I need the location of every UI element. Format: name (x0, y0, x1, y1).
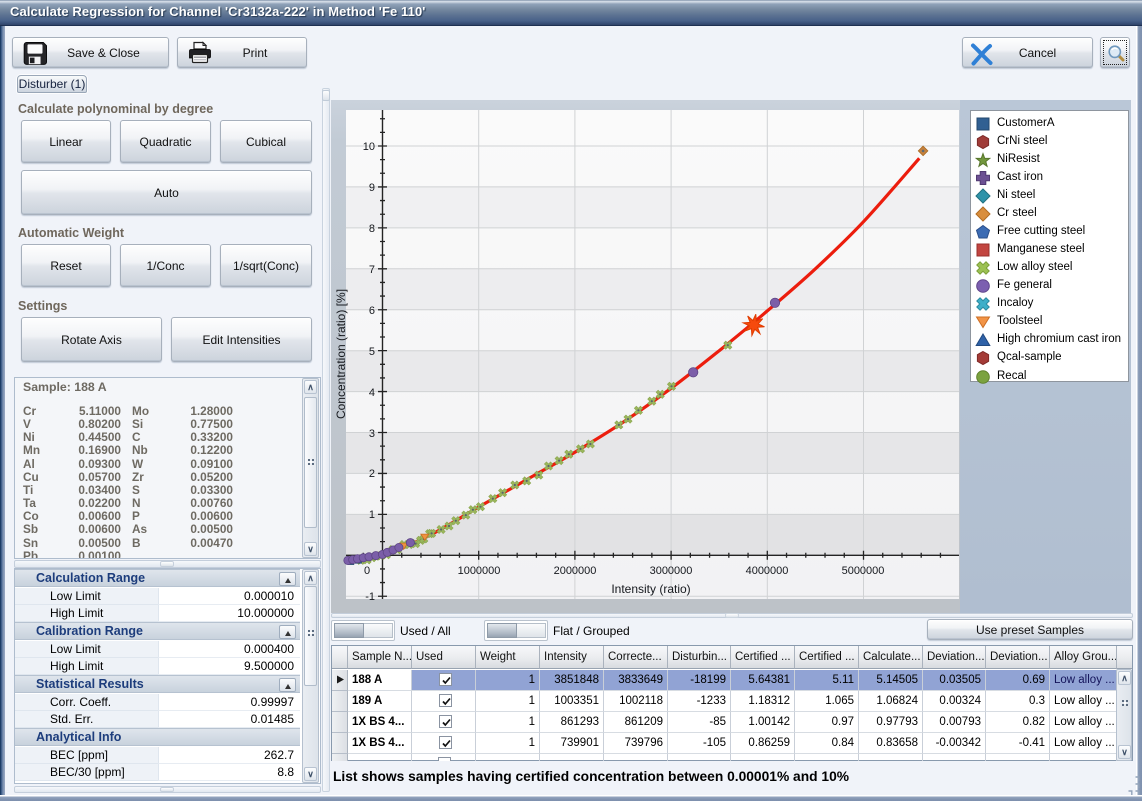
svg-text:1000000: 1000000 (458, 565, 501, 577)
svg-text:4000000: 4000000 (746, 565, 789, 577)
svg-text:5000000: 5000000 (842, 565, 885, 577)
svg-text:3000000: 3000000 (650, 565, 693, 577)
svg-text:2: 2 (369, 468, 375, 480)
svg-text:10: 10 (363, 141, 375, 153)
svg-text:0: 0 (364, 565, 370, 577)
svg-text:8: 8 (369, 223, 375, 235)
svg-text:4: 4 (369, 387, 375, 399)
svg-text:Intensity (ratio): Intensity (ratio) (611, 582, 690, 596)
svg-text:Concentration (ratio) [%]: Concentration (ratio) [%] (334, 289, 348, 419)
svg-text:3: 3 (369, 428, 375, 440)
svg-text:6: 6 (369, 305, 375, 317)
svg-text:2000000: 2000000 (554, 565, 597, 577)
svg-text:7: 7 (369, 264, 375, 276)
svg-text:5: 5 (369, 346, 375, 358)
svg-text:-1: -1 (365, 591, 375, 603)
svg-text:1: 1 (369, 509, 375, 521)
svg-text:9: 9 (369, 182, 375, 194)
